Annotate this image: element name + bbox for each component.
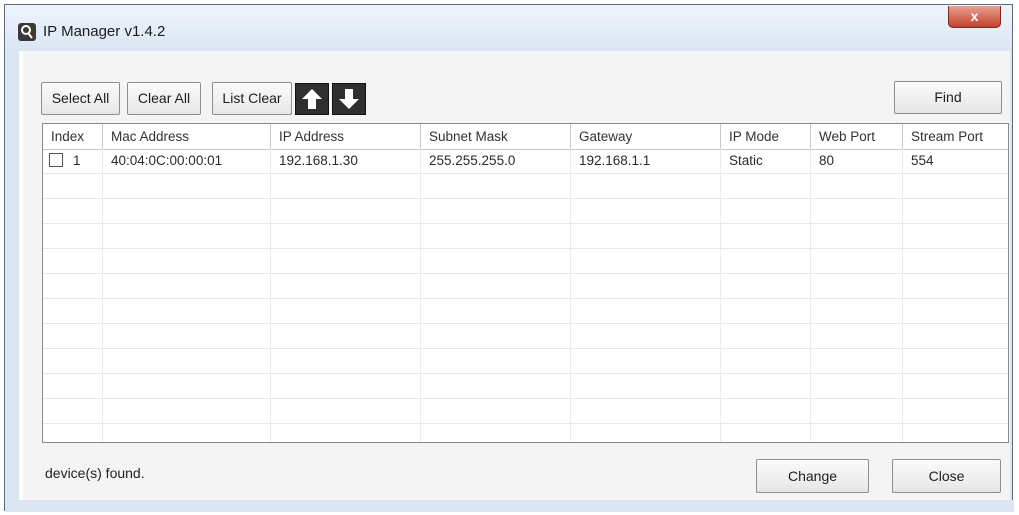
row-ipmode: Static (729, 153, 763, 168)
col-webport-header[interactable]: Web Port (811, 124, 903, 149)
close-icon: x (970, 8, 979, 24)
col-gateway-header[interactable]: Gateway (571, 124, 721, 149)
empty-row (43, 274, 1008, 299)
col-streamport-header[interactable]: Stream Port (903, 124, 1008, 149)
empty-row (43, 249, 1008, 274)
move-up-button[interactable] (295, 83, 329, 115)
row-webport: 80 (819, 153, 835, 168)
find-button[interactable]: Find (894, 81, 1002, 114)
select-all-button[interactable]: Select All (41, 82, 120, 115)
client-area: Select All Clear All List Clear Find Ind… (23, 51, 1010, 500)
row-index: 1 (73, 153, 81, 168)
col-mac-header[interactable]: Mac Address (103, 124, 271, 149)
row-gateway: 192.168.1.1 (579, 153, 651, 168)
app-logo-icon (18, 23, 36, 41)
row-subnet: 255.255.255.0 (429, 153, 516, 168)
empty-row (43, 299, 1008, 324)
close-button[interactable]: Close (892, 459, 1001, 493)
empty-row (43, 199, 1008, 224)
find-label: Find (934, 89, 962, 105)
title-bar[interactable]: IP Manager v1.4.2 x (5, 5, 1012, 51)
list-clear-label: List Clear (222, 90, 282, 106)
table-row[interactable]: 1 40:04:0C:00:00:01 192.168.1.30 255.255… (43, 149, 1008, 174)
close-label: Close (928, 468, 965, 484)
col-index-header[interactable]: Index (43, 124, 103, 149)
empty-row (43, 424, 1008, 442)
empty-row (43, 399, 1008, 424)
row-mac: 40:04:0C:00:00:01 (111, 153, 223, 168)
window-close-button[interactable]: x (948, 6, 1001, 28)
change-label: Change (787, 468, 838, 484)
empty-row (43, 349, 1008, 374)
move-down-button[interactable] (332, 83, 366, 115)
row-checkbox[interactable] (49, 153, 63, 168)
status-text: device(s) found. (45, 465, 145, 481)
col-ipmode-header[interactable]: IP Mode (721, 124, 811, 149)
clear-all-label: Clear All (137, 90, 191, 106)
row-ip: 192.168.1.30 (279, 153, 358, 168)
empty-row (43, 174, 1008, 199)
ip-manager-window: IP Manager v1.4.2 x Select All Clear All… (4, 4, 1014, 512)
arrow-up-icon (302, 89, 322, 109)
empty-row (43, 374, 1008, 399)
frame-bottom (5, 500, 1014, 512)
frame-left (5, 51, 19, 512)
empty-row (43, 224, 1008, 249)
col-ip-header[interactable]: IP Address (271, 124, 421, 149)
empty-row (43, 324, 1008, 349)
clear-all-button[interactable]: Clear All (127, 82, 201, 115)
list-clear-button[interactable]: List Clear (212, 82, 292, 115)
device-table[interactable]: Index Mac Address IP Address Subnet Mask… (42, 123, 1009, 443)
row-streamport: 554 (911, 153, 934, 168)
select-all-label: Select All (51, 90, 110, 106)
col-subnet-header[interactable]: Subnet Mask (421, 124, 571, 149)
table-header: Index Mac Address IP Address Subnet Mask… (43, 124, 1008, 150)
arrow-down-icon (339, 89, 359, 109)
window-title: IP Manager v1.4.2 (43, 23, 166, 40)
row-index-cell: 1 (43, 149, 103, 174)
change-button[interactable]: Change (756, 459, 869, 493)
